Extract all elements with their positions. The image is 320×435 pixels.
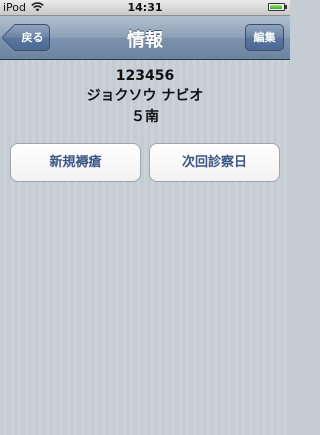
edit-button[interactable]: 編集 — [245, 24, 284, 51]
patient-info: 123456 ジョクソウ ナビオ ５南 — [0, 66, 290, 127]
back-button-label: 戻る — [21, 31, 44, 44]
page-title: 情報 — [127, 30, 163, 51]
back-button-area: 戻る — [0, 16, 60, 60]
status-bar: iPod 14:31 — [0, 0, 290, 16]
screen: iPod 14:31 戻る 情報 編集 123456 ジョクソウ ナビオ ５南 … — [0, 0, 290, 435]
battery-icon — [268, 3, 287, 11]
patient-id: 123456 — [115, 68, 175, 84]
status-time: 14:31 — [127, 1, 163, 14]
patient-ward: ５南 — [131, 109, 159, 125]
battery-fill — [270, 5, 282, 9]
next-exam-date-button[interactable]: 次回診察日 — [149, 143, 280, 182]
navigation-bar: 戻る 情報 編集 — [0, 16, 290, 60]
patient-name: ジョクソウ ナビオ — [86, 88, 204, 104]
new-pressure-ulcer-button[interactable]: 新規褥瘡 — [10, 143, 141, 182]
back-button[interactable]: 戻る — [14, 24, 50, 51]
